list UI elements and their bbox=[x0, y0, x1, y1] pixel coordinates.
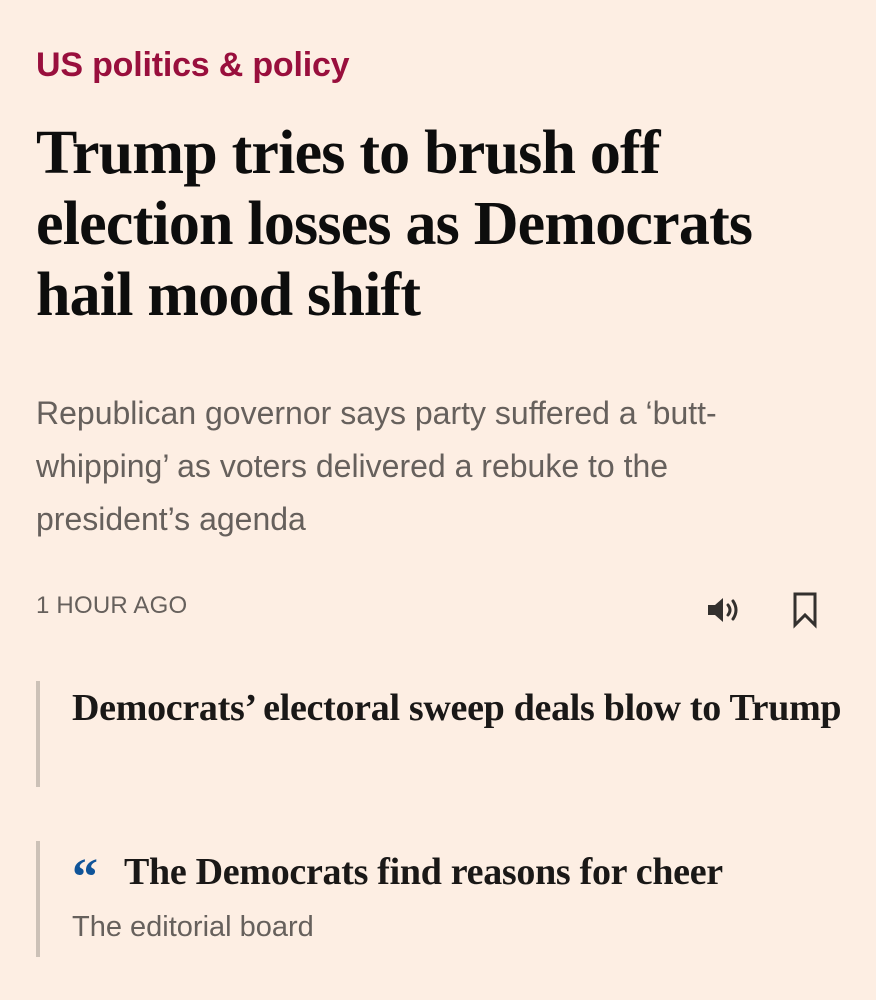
bookmark-icon bbox=[793, 592, 817, 629]
related-article: Democrats’ electoral sweep deals blow to… bbox=[36, 681, 862, 787]
article-timestamp: 1 HOUR AGO bbox=[36, 592, 188, 619]
listen-button[interactable] bbox=[701, 587, 747, 633]
opinion-quote-icon: “ bbox=[72, 849, 98, 906]
opinion-byline[interactable]: The editorial board bbox=[72, 907, 862, 947]
article-headline[interactable]: Trump tries to brush off election losses… bbox=[36, 118, 856, 331]
save-button[interactable] bbox=[782, 587, 828, 633]
article-standfirst: Republican governor says party suffered … bbox=[36, 395, 717, 537]
opinion-headline-row[interactable]: “ The Democrats find reasons for cheer bbox=[72, 843, 862, 904]
related-opinion-article: “ The Democrats find reasons for cheer T… bbox=[36, 841, 862, 957]
speaker-icon bbox=[708, 598, 738, 622]
related-opinion-title[interactable]: The Democrats find reasons for cheer bbox=[124, 845, 723, 899]
topic-link[interactable]: US politics & policy bbox=[36, 42, 350, 88]
related-article-title[interactable]: Democrats’ electoral sweep deals blow to… bbox=[72, 681, 862, 735]
